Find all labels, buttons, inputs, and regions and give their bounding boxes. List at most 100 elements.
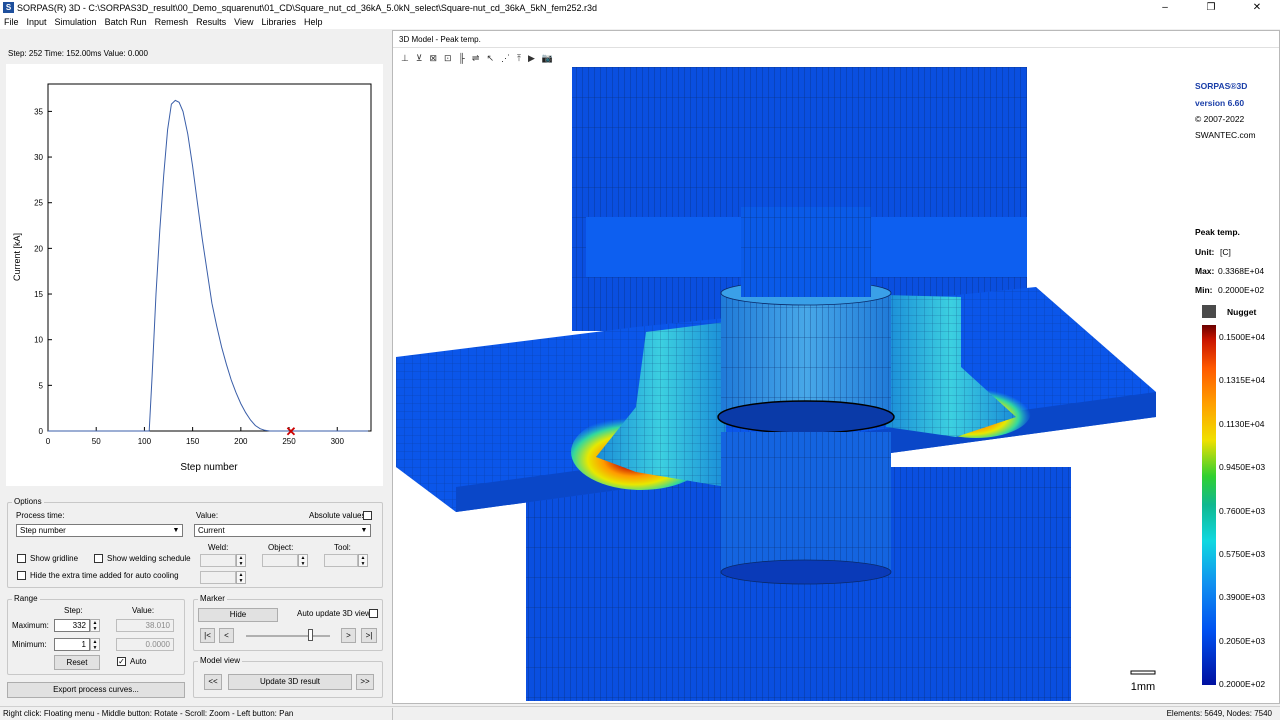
unit-label: Unit: [1195, 247, 1215, 257]
site-label: SWANTEC.com [1195, 130, 1256, 140]
plot-frame [47, 83, 372, 432]
legend-level-label: 0.2000E+02 [1219, 679, 1266, 689]
menu-simulation[interactable]: Simulation [55, 17, 97, 27]
x-tick-label: 300 [331, 437, 345, 446]
auto-checkbox[interactable]: ✓ [117, 657, 126, 666]
show-gridline-checkbox[interactable] [17, 554, 26, 563]
y-axis-label: Current [kA] [12, 233, 22, 281]
camera-icon[interactable]: 📷 [542, 53, 553, 64]
legend-level-label: 0.1130E+04 [1219, 418, 1265, 429]
auto-update-checkbox[interactable] [369, 609, 378, 618]
range-value-label: Value: [132, 606, 155, 615]
marker-last-button[interactable]: >| [361, 628, 377, 643]
marker-group: Marker Hide Auto update 3D view |< < > >… [193, 594, 383, 651]
process-time-select[interactable]: Step number ▼ [16, 524, 183, 537]
export-process-curves-button[interactable]: Export process curves... [7, 682, 185, 698]
view-yz-icon[interactable]: ⊡ [444, 53, 452, 64]
hide-marker-button[interactable]: Hide [198, 608, 278, 622]
nugget-swatch [1202, 305, 1216, 318]
max-value: 0.3368E+04 [1218, 266, 1265, 276]
y-tick-label: 15 [34, 290, 43, 299]
scale-bar [1130, 670, 1156, 675]
object-spinner[interactable] [262, 554, 298, 567]
play-icon[interactable]: ▶ [528, 53, 535, 64]
show-welding-schedule-checkbox[interactable] [94, 554, 103, 563]
hide-extra-time-checkbox[interactable] [17, 571, 26, 580]
model-view-back-button[interactable]: << [204, 674, 222, 690]
menu-batch-run[interactable]: Batch Run [105, 17, 147, 27]
model-window: 3D Model - Peak temp. ⊥ ⊻ ⊠ ⊡ ╟ ⇌ ↖ ⋰ ⤒ … [392, 30, 1280, 704]
minimize-button[interactable]: – [1142, 0, 1188, 15]
weld-spinner[interactable] [200, 554, 236, 567]
unit-value: [C] [1220, 247, 1231, 257]
object-spinner-buttons[interactable]: ▲ ▼ [298, 554, 308, 567]
range-group: Range Step: Value: Maximum: 332 ▲ ▼ 38.01… [7, 594, 185, 675]
weld-spinner-buttons[interactable]: ▲ ▼ [236, 554, 246, 567]
marker-next-button[interactable]: > [341, 628, 356, 643]
marker-slider-track[interactable] [246, 635, 330, 637]
process-time-value: Step number [20, 526, 66, 535]
marker-first-button[interactable]: |< [200, 628, 215, 643]
view-xz-icon[interactable]: ⊠ [429, 53, 437, 64]
options-group: Options Process time: Step number ▼ Valu… [7, 497, 383, 588]
model-view-forward-button[interactable]: >> [356, 674, 374, 690]
min-value-field: 0.0000 [116, 638, 174, 651]
scale-bar-label: 1mm [1131, 681, 1155, 693]
y-tick-label: 35 [34, 107, 43, 116]
status-hint: Right click: Floating menu - Middle butt… [3, 709, 294, 718]
menu-file[interactable]: File [4, 17, 19, 27]
version-label: version 6.60 [1195, 98, 1245, 108]
marker-prev-button[interactable]: < [219, 628, 234, 643]
measure-icon[interactable]: ⋰ [501, 53, 510, 64]
extra-spinner[interactable] [200, 571, 236, 584]
marker-slider-thumb[interactable] [307, 629, 313, 641]
x-tick-label: 100 [138, 437, 152, 446]
step-info: Step: 252 Time: 152.00ms Value: 0.000 [8, 49, 148, 58]
nugget-label: Nugget [1227, 307, 1257, 317]
maximize-button[interactable]: ❐ [1188, 0, 1234, 15]
marker-title: Marker [198, 594, 227, 603]
menu-help[interactable]: Help [304, 17, 323, 27]
cut-plane-icon[interactable]: ╟ [459, 53, 465, 63]
legend-level-label: 0.7600E+03 [1219, 505, 1266, 516]
legend-level-label: 0.1315E+04 [1219, 375, 1266, 386]
legend-level-label: 0.9450E+03 [1219, 462, 1266, 473]
copyright-label: © 2007-2022 [1195, 114, 1245, 124]
y-tick-label: 10 [34, 336, 43, 345]
menu-remesh[interactable]: Remesh [155, 17, 189, 27]
tool-spinner[interactable] [324, 554, 358, 567]
color-legend: SORPAS®3D version 6.60 © 2007-2022 SWANT… [1189, 67, 1279, 701]
max-step-spinner[interactable]: ▲ ▼ [90, 619, 100, 632]
axis-view-icon[interactable]: ⊥ [401, 53, 409, 64]
object-label: Object: [268, 543, 294, 552]
max-step-input[interactable]: 332 [54, 619, 90, 632]
menu-results[interactable]: Results [196, 17, 226, 27]
reset-button[interactable]: Reset [54, 655, 100, 670]
settings-icon[interactable]: ⇌ [472, 53, 480, 64]
3d-viewport[interactable]: 1mm [396, 67, 1189, 701]
menu-bar: File Input Simulation Batch Run Remesh R… [0, 15, 1280, 29]
model-toolbar: ⊥ ⊻ ⊠ ⊡ ╟ ⇌ ↖ ⋰ ⤒ ▶ 📷 [393, 50, 1279, 66]
close-button[interactable]: ✕ [1234, 0, 1280, 15]
probe-icon[interactable]: ⤒ [517, 53, 521, 64]
extra-spinner-buttons[interactable]: ▲ ▼ [236, 571, 246, 584]
min-step-input[interactable]: 1 [54, 638, 90, 651]
y-tick-label: 30 [34, 153, 43, 162]
range-title: Range [12, 594, 40, 603]
min-step-spinner[interactable]: ▲ ▼ [90, 638, 100, 651]
menu-input[interactable]: Input [27, 17, 47, 27]
process-curve-chart[interactable]: 0 5 10 15 20 25 30 35 0 50 100 150 200 250 300 ✕ Step… [6, 64, 383, 486]
value-select[interactable]: Current ▼ [194, 524, 371, 537]
max-value-field: 38.010 [116, 619, 174, 632]
pointer-icon[interactable]: ↖ [486, 53, 494, 64]
maximum-label: Maximum: [12, 621, 49, 630]
tool-spinner-buttons[interactable]: ▲ ▼ [358, 554, 368, 567]
weld-label: Weld: [208, 543, 229, 552]
menu-view[interactable]: View [234, 17, 253, 27]
show-gridline-label: Show gridline [30, 554, 79, 563]
x-tick-label: 50 [92, 437, 101, 446]
update-3d-result-button[interactable]: Update 3D result [228, 674, 352, 690]
menu-libraries[interactable]: Libraries [262, 17, 297, 27]
absolute-values-checkbox[interactable] [363, 511, 372, 520]
view-xy-icon[interactable]: ⊻ [416, 53, 423, 64]
